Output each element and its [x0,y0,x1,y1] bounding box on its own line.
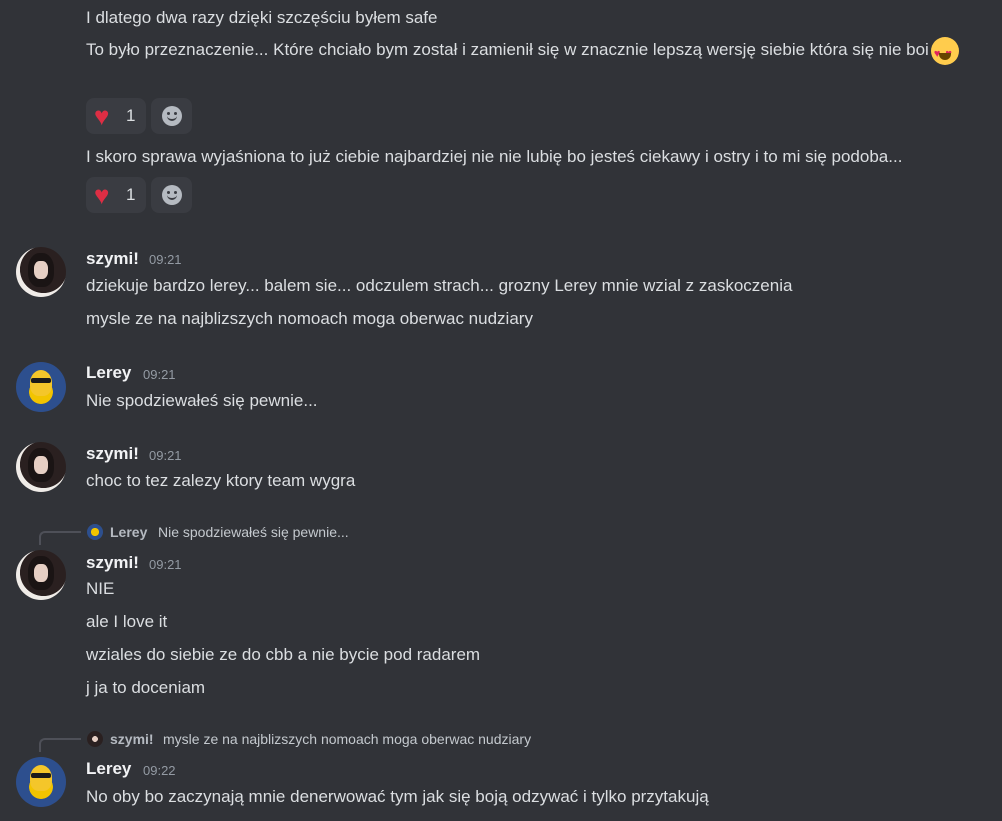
heart-reaction-button[interactable]: ♥ 1 [86,98,146,134]
avatar[interactable] [16,247,66,297]
add-reaction-button[interactable] [151,98,192,134]
message-text: NIE [86,579,115,598]
message-text: I skoro sprawa wyjaśniona to już ciebie … [86,147,903,166]
reply-author[interactable]: Lerey [110,524,147,540]
reply-avatar [87,524,103,540]
timestamp: 09:22 [143,763,176,778]
message-text: I dlatego dwa razy dzięki szczęściu byłe… [86,8,438,27]
reply-spine [39,531,81,545]
timestamp: 09:21 [143,367,176,382]
heart-icon: ♥ [94,180,110,210]
heart-eyes-emoji-icon [930,36,959,69]
timestamp: 09:21 [149,252,182,267]
author-name[interactable]: szymi! [86,249,139,269]
message-text: Nie spodziewałeś się pewnie... [86,391,318,410]
message-text: dziekuje bardzo lerey... balem sie... od… [86,276,793,295]
reply-preview[interactable]: Nie spodziewałeś się pewnie... [158,524,349,540]
add-reaction-icon [161,106,182,126]
heart-icon: ♥ [94,101,110,131]
message-text: j ja to doceniam [86,678,206,697]
reply-spine [39,738,81,752]
timestamp: 09:21 [149,448,182,463]
reaction-count: 1 [126,106,136,125]
reply-preview[interactable]: mysle ze na najblizszych nomoach moga ob… [163,731,531,747]
avatar[interactable] [16,362,66,412]
heart-reaction-button[interactable]: ♥ 1 [86,177,146,213]
reaction-count: 1 [126,185,136,204]
author-name[interactable]: Lerey [86,363,131,383]
add-reaction-icon [161,185,182,205]
avatar[interactable] [16,442,66,492]
reply-author[interactable]: szymi! [110,731,154,747]
message-text: wziales do siebie ze do cbb a nie bycie … [86,645,481,664]
message-text: To było przeznaczenie... Które chciało b… [86,35,991,69]
author-name[interactable]: szymi! [86,553,139,573]
author-name[interactable]: Lerey [86,759,131,779]
reply-avatar [87,731,103,747]
message-text: ale I love it [86,612,168,631]
timestamp: 09:21 [149,557,182,572]
add-reaction-button[interactable] [151,177,192,213]
author-name[interactable]: szymi! [86,444,139,464]
message-text: No oby bo zaczynają mnie denerwować tym … [86,787,709,806]
avatar[interactable] [16,550,66,600]
message-text: mysle ze na najblizszych nomoach moga ob… [86,309,533,328]
message-text: choc to tez zalezy ktory team wygra [86,471,356,490]
avatar[interactable] [16,757,66,807]
